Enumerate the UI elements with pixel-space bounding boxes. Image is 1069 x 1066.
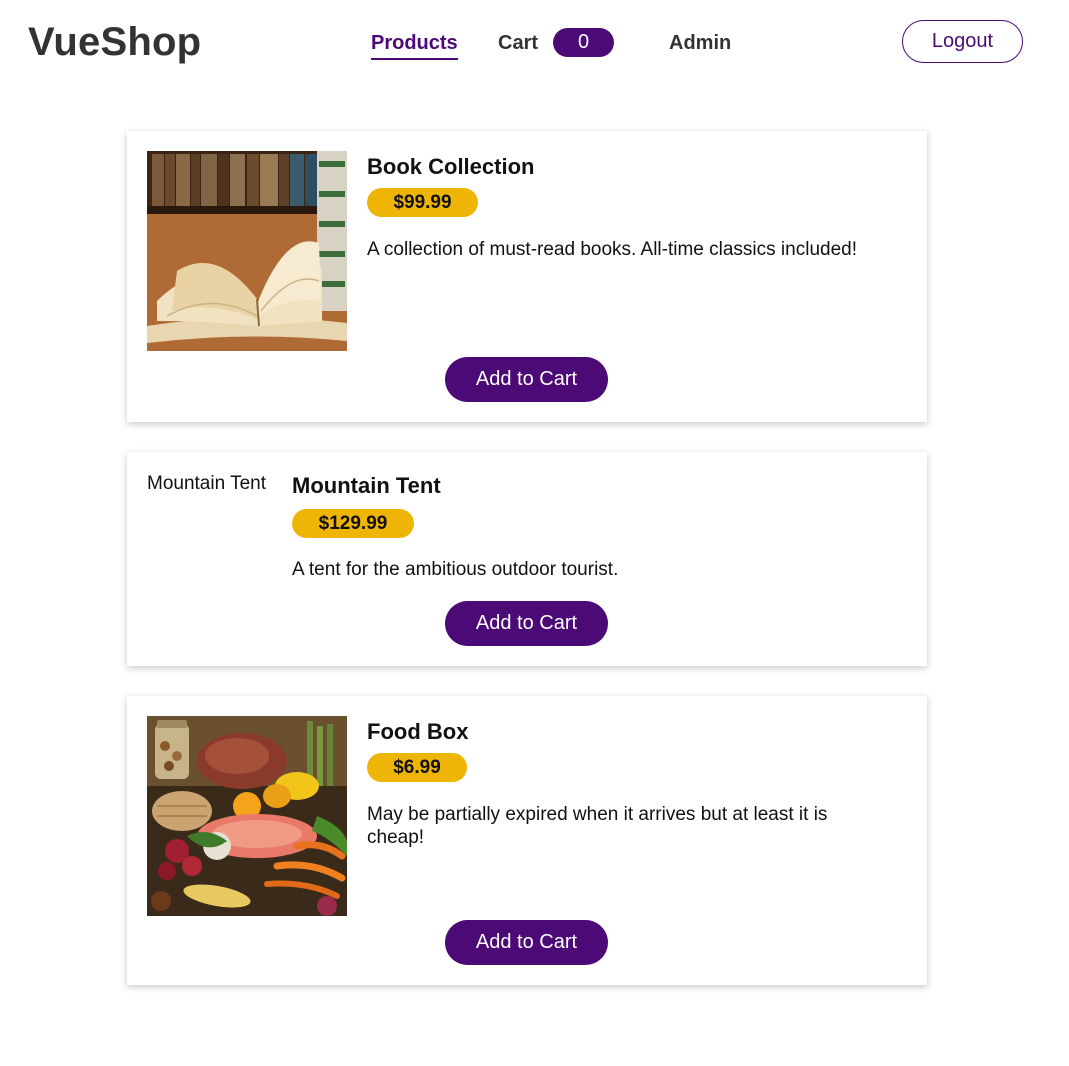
cart-count-badge[interactable]: 0	[553, 28, 614, 57]
product-title: Mountain Tent	[292, 473, 441, 498]
price-badge: $6.99	[367, 753, 467, 782]
brand-logo[interactable]: VueShop	[28, 19, 201, 65]
add-to-cart-button[interactable]: Add to Cart	[445, 357, 608, 402]
nav-admin-link[interactable]: Admin	[669, 31, 731, 55]
add-to-cart-button[interactable]: Add to Cart	[445, 601, 608, 646]
product-card-mountain-tent: Mountain Tent Mountain Tent $129.99 A te…	[127, 452, 927, 666]
product-title: Book Collection	[367, 154, 535, 179]
nav-cart-link[interactable]: Cart	[498, 31, 538, 55]
book-collection-image	[147, 151, 347, 351]
logout-button[interactable]: Logout	[902, 20, 1023, 63]
product-title: Food Box	[367, 719, 469, 744]
food-box-image	[147, 716, 347, 916]
price-badge: $129.99	[292, 509, 414, 538]
product-description: May be partially expired when it arrives…	[367, 804, 828, 848]
price-badge: $99.99	[367, 188, 478, 217]
add-to-cart-button[interactable]: Add to Cart	[445, 920, 608, 965]
mountain-tent-image-alt: Mountain Tent	[147, 473, 267, 494]
top-navbar: VueShop Products Cart 0 Admin Logout	[0, 0, 1069, 90]
product-description: A tent for the ambitious outdoor tourist…	[292, 559, 619, 580]
product-description: A collection of must-read books. All-tim…	[367, 239, 857, 260]
nav-products-link[interactable]: Products	[371, 31, 458, 60]
product-card-food-box: Food Box $6.99 May be partially expired …	[127, 696, 927, 985]
product-card-book-collection: Book Collection $99.99 A collection of m…	[127, 131, 927, 422]
